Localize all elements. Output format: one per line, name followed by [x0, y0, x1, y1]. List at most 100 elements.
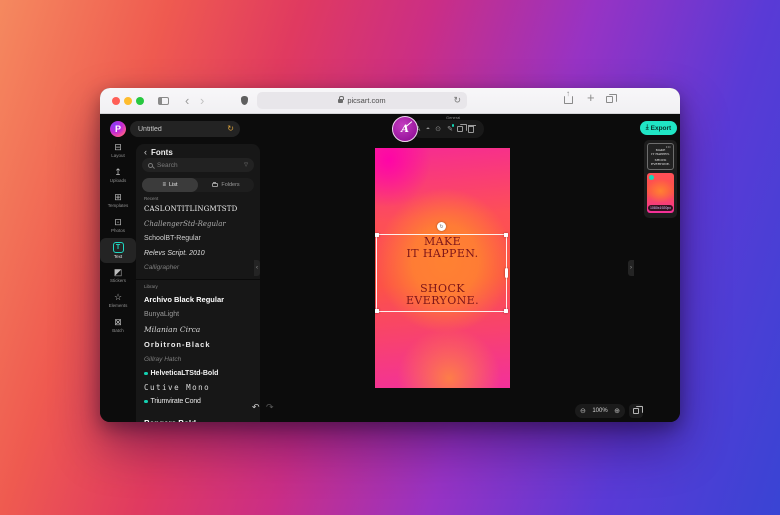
premium-dot-icon	[144, 400, 148, 404]
fonts-panel-title: Fonts	[151, 148, 173, 157]
redo-button[interactable]: ↷	[266, 402, 274, 413]
design-canvas[interactable]: MAKE IT HAPPEN. SHOCK EVERYONE. ↻	[375, 148, 510, 388]
batch-icon: ⊠	[114, 318, 122, 327]
font-tool-button[interactable]: A	[392, 116, 418, 142]
font-item-archivo-black[interactable]: Archivo Black Regular	[136, 292, 260, 307]
filter-icon[interactable]: ▽	[244, 162, 248, 168]
font-item-relevs-script[interactable]: Relevs Script. 2010	[136, 246, 260, 261]
editor-app: P ↻ A A ◓ ⊙ General ✎	[100, 114, 680, 422]
project-name-input[interactable]	[138, 121, 222, 137]
font-item-helveticaltstd[interactable]: HelveticaLTStd-Bold	[136, 366, 260, 381]
sidebar-item-stickers[interactable]: ◩ Stickers	[100, 263, 136, 288]
project-name-field[interactable]: ↻	[130, 121, 240, 137]
fit-to-screen-button[interactable]	[629, 404, 643, 418]
font-item-challengerstd[interactable]: ChallengerStd-Regular	[136, 216, 260, 231]
share-icon[interactable]: ↑	[564, 96, 573, 104]
photos-icon: ⊡	[114, 218, 122, 227]
font-search-box[interactable]: ▽	[142, 158, 254, 172]
collapse-left-panel-tab[interactable]: ‹	[254, 260, 260, 276]
layout-icon: ⊟	[114, 143, 122, 152]
tool-rail: ⊟ Layout ↥ Uploads ⊞ Templates ⊡ Photos …	[100, 138, 136, 422]
resize-handle-right-middle[interactable]	[505, 268, 508, 278]
premium-dot-icon	[144, 372, 148, 376]
resize-handle-bottom-right[interactable]	[504, 309, 508, 313]
text-icon: T	[113, 242, 124, 253]
autosave-icon[interactable]: ↻	[227, 124, 234, 133]
tab-overview-icon[interactable]	[606, 96, 613, 103]
sidebar-toggle-icon[interactable]	[158, 97, 169, 105]
fonts-panel: ‹ Fonts ▽ ≡ List Folders	[136, 144, 260, 422]
back-button[interactable]: ‹	[185, 91, 189, 111]
sidebar-item-photos[interactable]: ⊡ Photos	[100, 213, 136, 238]
list-icon: ≡	[162, 182, 166, 188]
close-window-button[interactable]	[112, 97, 120, 105]
forward-button[interactable]: ›	[200, 91, 204, 111]
view-toggle: ≡ List Folders	[142, 178, 254, 192]
uploads-icon: ↥	[114, 168, 122, 177]
duplicate-icon[interactable]	[457, 126, 463, 132]
delete-icon[interactable]	[468, 126, 474, 133]
font-item-gillray-hatch[interactable]: Gillray Hatch	[136, 352, 260, 367]
general-label: General	[446, 115, 460, 120]
picsart-logo[interactable]: P	[110, 121, 126, 137]
zoom-controls: ⊖ 100% ⊕	[575, 404, 625, 418]
resize-handle-top-left[interactable]	[375, 233, 379, 237]
back-chevron-icon[interactable]: ‹	[144, 147, 147, 157]
eyedropper-badge	[452, 124, 455, 127]
shield-icon[interactable]	[241, 96, 248, 105]
lock-icon	[338, 99, 343, 103]
font-item-schoolbt[interactable]: SchoolBT-Regular	[136, 231, 260, 246]
fonts-panel-header: ‹ Fonts	[144, 146, 173, 158]
font-item-cutive-mono[interactable]: Cutive Mono	[136, 380, 260, 395]
font-item-milanian-circa[interactable]: Milanian Circa	[136, 322, 260, 337]
layers-panel: ••• MAKE IT HAPPEN. SHOCK EVERYONE. 1080…	[644, 140, 677, 218]
elements-icon: ☆	[114, 293, 122, 302]
font-item-bunyalight[interactable]: BunyaLight	[136, 307, 260, 322]
section-divider	[136, 279, 260, 280]
minimize-window-button[interactable]	[124, 97, 132, 105]
undo-button[interactable]: ↶	[252, 402, 260, 413]
stickers-icon: ◩	[114, 268, 123, 277]
export-button[interactable]: ⤓ Export	[640, 121, 677, 135]
sidebar-item-uploads[interactable]: ↥ Uploads	[100, 163, 136, 188]
sidebar-item-elements[interactable]: ☆ Elements	[100, 288, 136, 313]
fullscreen-window-button[interactable]	[136, 97, 144, 105]
background-layer-thumbnail[interactable]: 1080x1920px	[647, 173, 674, 213]
address-bar[interactable]: picsart.com ↻	[257, 92, 467, 109]
font-item-clipped[interactable]: Bangers Bold	[136, 416, 260, 422]
rotate-handle[interactable]: ↻	[437, 222, 446, 231]
zoom-in-icon[interactable]: ⊕	[614, 407, 620, 415]
background-layer-badge	[649, 175, 654, 180]
page-background: ‹ › picsart.com ↻ ↑ + P ↻	[0, 0, 780, 515]
browser-chrome: ‹ › picsart.com ↻ ↑ +	[100, 88, 680, 114]
search-icon	[148, 163, 153, 168]
browser-window: ‹ › picsart.com ↻ ↑ + P ↻	[100, 88, 680, 422]
text-layer-thumbnail[interactable]: ••• MAKE IT HAPPEN. SHOCK EVERYONE.	[647, 143, 674, 170]
view-toggle-list[interactable]: ≡ List	[142, 178, 198, 192]
font-item-caslontitlingmtstd[interactable]: CASLONTITLINGMTSTD	[136, 201, 260, 216]
font-item-triumvirate-cond[interactable]: Triumvirate Cond	[136, 394, 260, 409]
fit-icon	[633, 408, 639, 414]
new-tab-button[interactable]: +	[587, 90, 595, 105]
opacity-icon[interactable]: ◓	[423, 123, 433, 135]
blend-icon[interactable]: ⊙	[433, 123, 443, 135]
font-item-calligrapher[interactable]: Calligrapher	[136, 260, 260, 275]
zoom-out-icon[interactable]: ⊖	[580, 407, 586, 415]
zoom-level[interactable]: 100%	[592, 408, 607, 414]
templates-icon: ⊞	[114, 193, 122, 202]
sidebar-item-text[interactable]: T Text	[100, 238, 136, 263]
expand-right-panel-tab[interactable]: ›	[628, 260, 634, 276]
reload-icon[interactable]: ↻	[453, 95, 461, 106]
eyedropper-icon[interactable]: ✎	[445, 123, 455, 135]
font-item-orbitron-black[interactable]: Orbitron-Black	[136, 337, 260, 352]
sidebar-item-layout[interactable]: ⊟ Layout	[100, 138, 136, 163]
folder-icon	[212, 183, 218, 188]
resize-handle-top-right[interactable]	[504, 233, 508, 237]
canvas-size-label: 1080x1920px	[648, 205, 673, 212]
selection-box[interactable]	[376, 234, 507, 312]
view-toggle-folders[interactable]: Folders	[198, 178, 254, 192]
resize-handle-bottom-left[interactable]	[375, 309, 379, 313]
sidebar-item-templates[interactable]: ⊞ Templates	[100, 188, 136, 213]
sidebar-item-batch[interactable]: ⊠ Batch	[100, 313, 136, 338]
font-search-input[interactable]	[157, 162, 240, 169]
